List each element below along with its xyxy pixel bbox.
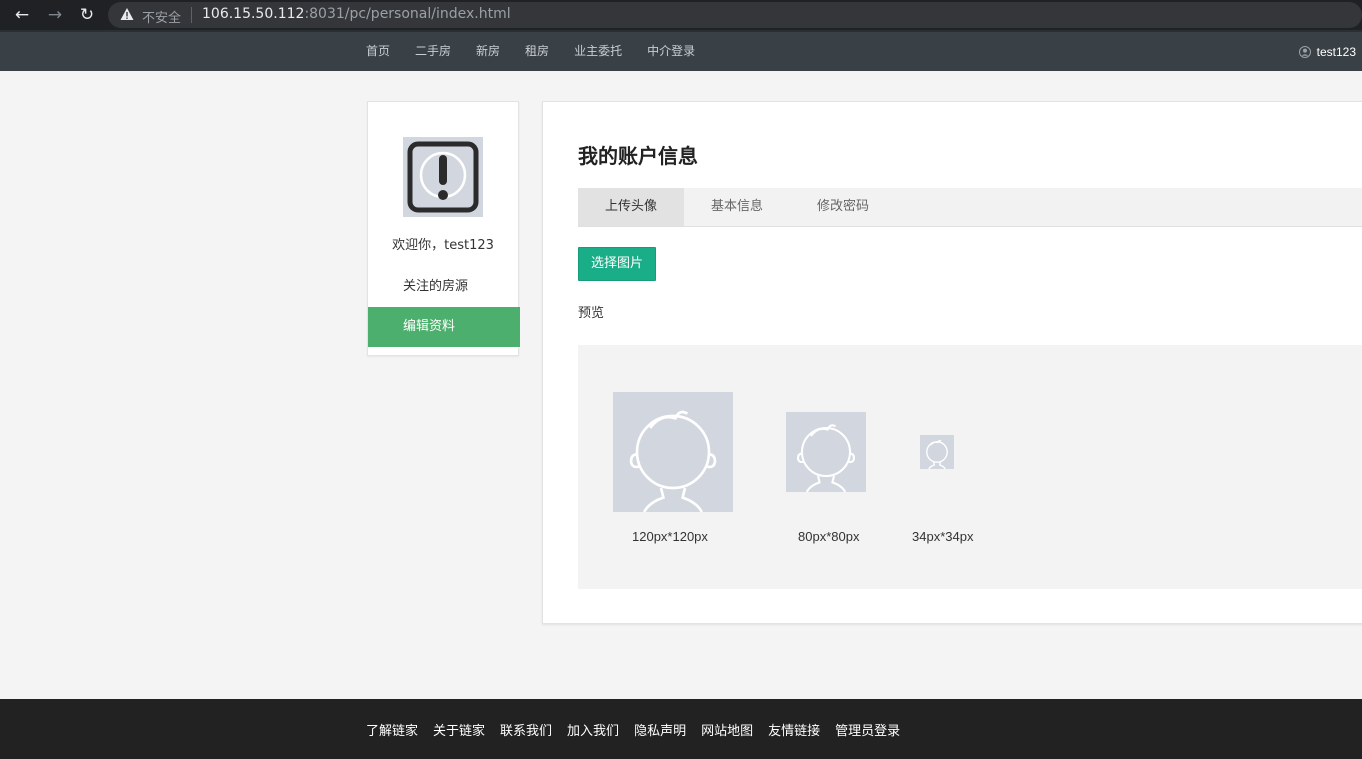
footer-link-join-us[interactable]: 加入我们 [567, 720, 619, 739]
username-label[interactable]: test123 [1317, 45, 1356, 59]
default-avatar-icon [926, 439, 948, 469]
user-menu[interactable]: test123 [1298, 32, 1356, 71]
default-avatar-icon [796, 424, 856, 492]
footer-link-about-lianjia[interactable]: 了解链家 [366, 720, 418, 739]
footer-links: 了解链家 关于链家 联系我们 加入我们 隐私声明 网站地图 友情链接 管理员登录 [366, 699, 915, 759]
sidebar-item-edit-profile[interactable]: 编辑资料 [368, 307, 520, 347]
welcome-text: 欢迎你，test123 [392, 238, 494, 253]
footer-link-friend-links[interactable]: 友情链接 [768, 720, 820, 739]
footer-link-about-us[interactable]: 关于链家 [433, 720, 485, 739]
avatar-preview-small [920, 435, 954, 469]
nav-link-rent[interactable]: 租房 [525, 32, 549, 71]
profile-sidebar: 欢迎你，test123 关注的房源 编辑资料 [367, 101, 520, 356]
nav-link-owner-commission[interactable]: 业主委托 [574, 32, 622, 71]
avatar [403, 137, 483, 217]
avatar-preview-medium [786, 412, 866, 492]
preview-label: 预览 [578, 306, 605, 321]
forward-icon[interactable]: → [44, 4, 66, 26]
tab-basic-info[interactable]: 基本信息 [684, 188, 790, 226]
preview-area: 120px*120px 80px*80px 34px*34px [578, 345, 1362, 589]
security-status-label[interactable]: 不安全 [142, 7, 181, 26]
nav-link-second-hand[interactable]: 二手房 [415, 32, 451, 71]
nav-link-home[interactable]: 首页 [366, 32, 390, 71]
tab-change-password[interactable]: 修改密码 [790, 188, 896, 226]
tab-bar: 上传头像 基本信息 修改密码 [578, 188, 1362, 227]
address-bar[interactable]: 不安全 106.15.50.112:8031/pc/personal/index… [108, 2, 1362, 28]
footer-link-sitemap[interactable]: 网站地图 [701, 720, 753, 739]
warning-icon[interactable] [120, 7, 134, 21]
choose-image-button[interactable]: 选择图片 [578, 247, 656, 281]
account-panel: 我的账户信息 上传头像 基本信息 修改密码 选择图片 预览 120px*120p… [542, 101, 1362, 624]
nav-link-agent-login[interactable]: 中介登录 [647, 32, 695, 71]
broken-image-icon [407, 141, 479, 213]
tab-upload-avatar[interactable]: 上传头像 [578, 188, 684, 226]
url-host: 106.15.50.112 [202, 6, 305, 22]
browser-toolbar: ← → ↻ 不安全 106.15.50.112:8031/pc/personal… [0, 0, 1362, 30]
sidebar-item-followed-listings[interactable]: 关注的房源 [368, 267, 520, 307]
back-icon[interactable]: ← [11, 4, 33, 26]
site-nav-bar: 首页 二手房 新房 租房 业主委托 中介登录 test123 [0, 30, 1362, 71]
url-divider [191, 7, 192, 23]
preview-caption-small: 34px*34px [912, 529, 974, 544]
page-title: 我的账户信息 [578, 144, 698, 168]
footer-link-contact[interactable]: 联系我们 [500, 720, 552, 739]
footer-link-privacy[interactable]: 隐私声明 [634, 720, 686, 739]
footer-link-admin-login[interactable]: 管理员登录 [835, 720, 900, 739]
nav-links: 首页 二手房 新房 租房 业主委托 中介登录 [366, 32, 720, 71]
avatar-preview-large [613, 392, 733, 512]
url-text[interactable]: 106.15.50.112:8031/pc/personal/index.htm… [202, 6, 511, 22]
reload-icon[interactable]: ↻ [76, 4, 98, 26]
default-avatar-icon [629, 410, 717, 512]
preview-caption-medium: 80px*80px [798, 529, 860, 544]
user-icon [1298, 45, 1311, 58]
url-path: :8031/pc/personal/index.html [304, 6, 511, 22]
preview-caption-large: 120px*120px [632, 529, 708, 544]
site-footer: 了解链家 关于链家 联系我们 加入我们 隐私声明 网站地图 友情链接 管理员登录 [0, 699, 1362, 759]
nav-link-new-homes[interactable]: 新房 [476, 32, 500, 71]
